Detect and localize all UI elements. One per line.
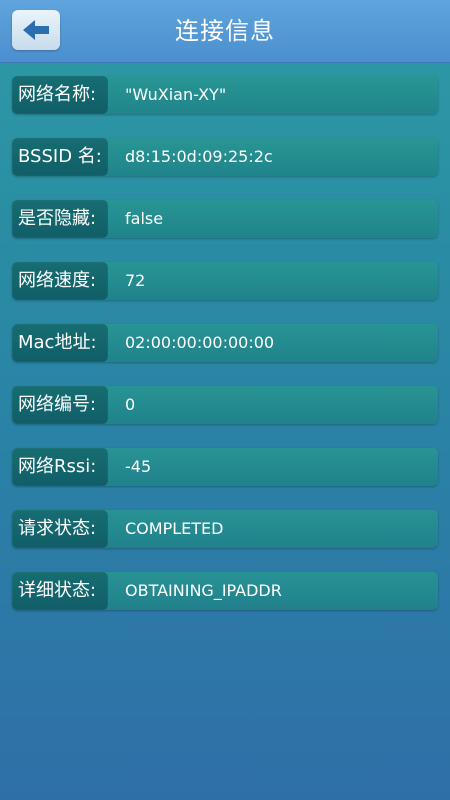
row-value: OBTAINING_IPADDR bbox=[125, 581, 282, 600]
row-value: false bbox=[125, 209, 164, 228]
row-label: Mac地址: bbox=[18, 332, 97, 353]
row-bssid: BSSID 名: d8:15:0d:09:25:2c bbox=[12, 138, 438, 176]
row-speed: 网络速度: 72 bbox=[12, 262, 438, 300]
back-arrow-icon bbox=[23, 20, 49, 40]
row-label-box: 网络速度: bbox=[12, 262, 108, 300]
row-label-box: Mac地址: bbox=[12, 324, 108, 362]
page-title: 连接信息 bbox=[175, 17, 275, 45]
row-label-box: 是否隐藏: bbox=[12, 200, 108, 238]
row-mac: Mac地址: 02:00:00:00:00:00 bbox=[12, 324, 438, 362]
back-button[interactable] bbox=[12, 10, 60, 50]
row-label: 是否隐藏: bbox=[18, 208, 97, 229]
row-label: 详细状态: bbox=[18, 580, 97, 601]
row-label-box: BSSID 名: bbox=[12, 138, 108, 176]
row-label-box: 请求状态: bbox=[12, 510, 108, 548]
row-detailed-state: 详细状态: OBTAINING_IPADDR bbox=[12, 572, 438, 610]
row-label: 网络名称: bbox=[18, 84, 97, 105]
info-list: 网络名称: "WuXian-XY" BSSID 名: d8:15:0d:09:2… bbox=[12, 76, 438, 634]
row-value: COMPLETED bbox=[125, 519, 224, 538]
row-label: BSSID 名: bbox=[18, 146, 102, 167]
row-value: 02:00:00:00:00:00 bbox=[125, 333, 275, 352]
row-request-state: 请求状态: COMPLETED bbox=[12, 510, 438, 548]
header-bar: 连接信息 bbox=[0, 0, 450, 63]
row-value: 0 bbox=[125, 395, 136, 414]
row-label-box: 网络Rssi: bbox=[12, 448, 108, 486]
row-rssi: 网络Rssi: -45 bbox=[12, 448, 438, 486]
row-label: 网络速度: bbox=[18, 270, 97, 291]
row-label-box: 网络编号: bbox=[12, 386, 108, 424]
row-value: -45 bbox=[125, 457, 152, 476]
row-value: "WuXian-XY" bbox=[125, 85, 227, 104]
row-label: 网络Rssi: bbox=[18, 456, 97, 477]
row-network-name: 网络名称: "WuXian-XY" bbox=[12, 76, 438, 114]
row-network-id: 网络编号: 0 bbox=[12, 386, 438, 424]
row-label: 网络编号: bbox=[18, 394, 97, 415]
row-hidden: 是否隐藏: false bbox=[12, 200, 438, 238]
connection-info-screen: 连接信息 网络名称: "WuXian-XY" BSSID 名: d8:15:0d… bbox=[0, 0, 450, 800]
row-label: 请求状态: bbox=[18, 518, 97, 539]
row-label-box: 网络名称: bbox=[12, 76, 108, 114]
row-value: d8:15:0d:09:25:2c bbox=[125, 147, 273, 166]
row-label-box: 详细状态: bbox=[12, 572, 108, 610]
row-value: 72 bbox=[125, 271, 146, 290]
